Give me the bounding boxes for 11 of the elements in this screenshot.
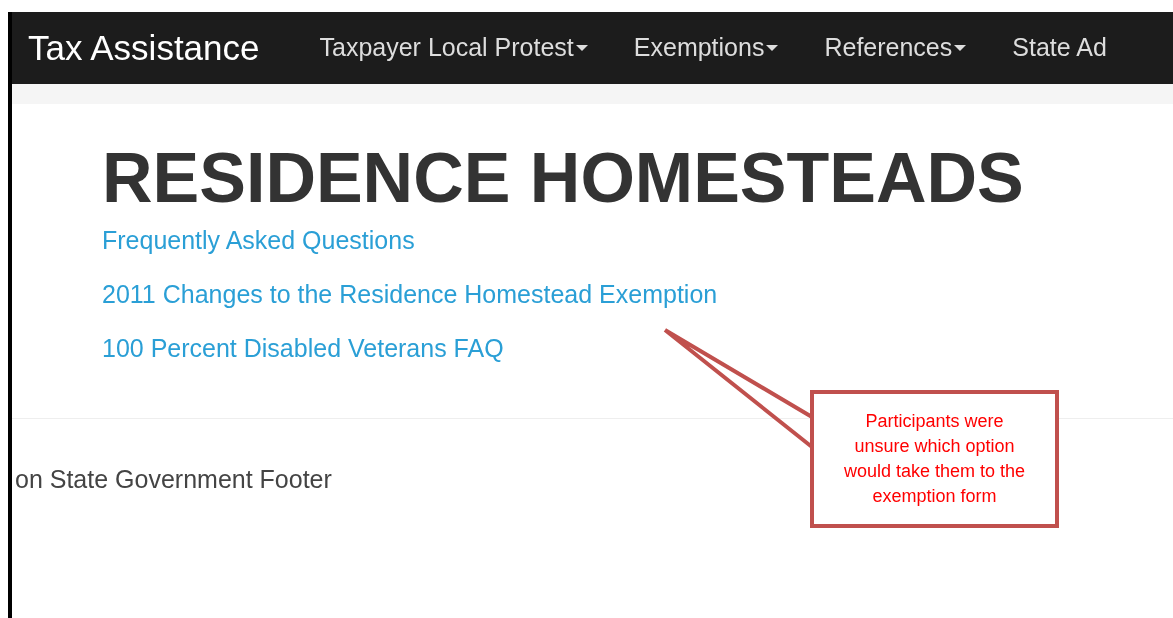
nav-menu[interactable]: Exemptions: [633, 29, 779, 67]
page-heading: RESIDENCE HOMESTEADS: [102, 138, 1025, 218]
nav-menu[interactable]: References: [824, 29, 967, 67]
caret-icon: [766, 45, 779, 51]
caret-icon: [954, 45, 967, 51]
caret-icon: [575, 45, 588, 51]
nav-menu[interactable]: Taxpayer Local Protest: [319, 29, 588, 67]
nav-menu[interactable]: State Ad: [1012, 29, 1107, 67]
brand-title[interactable]: Tax Assistance: [28, 21, 260, 75]
callout-text: Participants were unsure which option would take them to the exemption form: [842, 410, 1027, 508]
footer-text: on State Government Footer: [15, 464, 332, 495]
